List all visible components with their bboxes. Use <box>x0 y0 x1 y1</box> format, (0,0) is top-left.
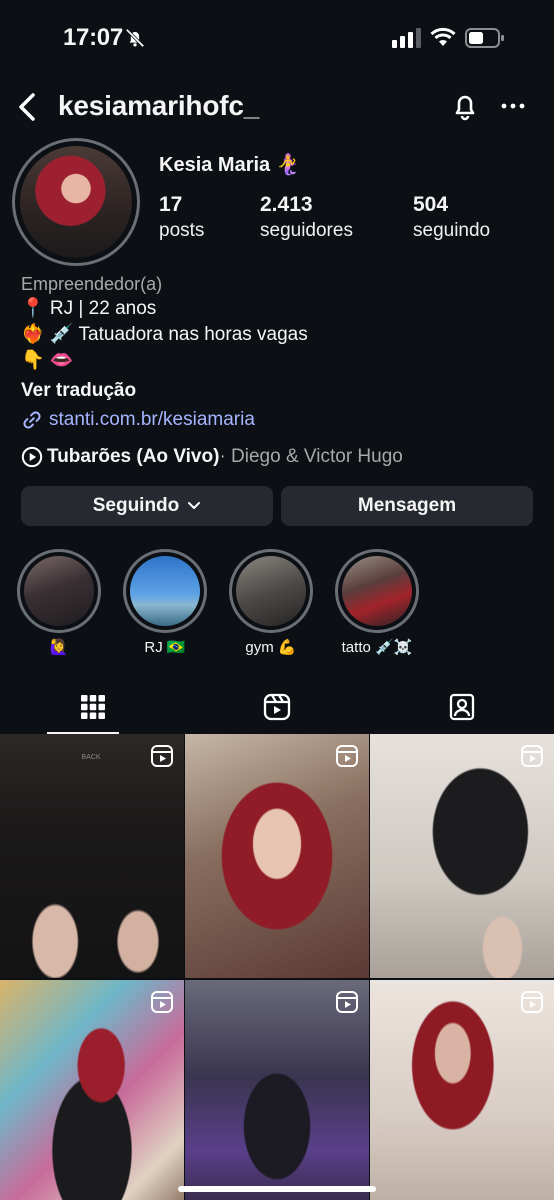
highlight-label: tatto 💉☠️ <box>341 639 413 656</box>
wifi-icon <box>430 27 456 46</box>
following-button[interactable]: Seguindo <box>21 486 273 526</box>
story-highlight[interactable]: gym 💪 <box>229 549 313 659</box>
bio-line: 👇 👄 <box>21 350 74 371</box>
following-button-label: Seguindo <box>92 495 180 516</box>
reel-icon <box>521 991 543 1013</box>
following-label: seguindo <box>413 220 491 241</box>
highlight-label: gym 💪 <box>245 639 297 656</box>
bio-link-text: stanti.com.br/kesiamaria <box>49 409 255 430</box>
posts-count: 17 <box>159 193 183 216</box>
bio-category: Empreendedor(a) <box>21 274 163 294</box>
highlight-cover <box>130 556 200 626</box>
bio-line: 📍 RJ | 22 anos <box>21 298 157 319</box>
status-time: 17:07 <box>63 24 123 51</box>
post-thumbnail[interactable]: BACK <box>0 734 184 978</box>
notification-bell-icon[interactable] <box>450 90 480 122</box>
bell-slash-icon <box>125 28 145 48</box>
followers-stat[interactable]: 2.413 seguidores <box>260 192 353 244</box>
back-sign-text: BACK <box>81 754 101 761</box>
profile-music[interactable]: Tubarões (Ao Vivo) · Diego & Victor Hugo <box>21 446 403 468</box>
bio-line: ❤️‍🔥 💉 Tatuadora nas horas vagas <box>21 324 308 345</box>
avatar-image <box>20 146 132 258</box>
profile-tabs <box>0 680 554 734</box>
music-artist: · Diego & Victor Hugo <box>219 446 403 467</box>
following-stat[interactable]: 504 seguindo <box>413 192 490 244</box>
grid-tab[interactable] <box>0 680 185 734</box>
posts-label: posts <box>159 220 205 241</box>
profile-header: kesiamarihofc_ <box>0 80 554 136</box>
profile-bio: Empreendedor(a) 📍 RJ | 22 anos ❤️‍🔥 💉 Ta… <box>21 272 541 434</box>
chevron-down-icon <box>188 502 201 509</box>
play-circle-icon <box>21 446 43 468</box>
battery-icon <box>465 28 504 48</box>
link-icon <box>23 411 41 429</box>
highlight-ring <box>335 549 419 633</box>
post-thumbnail[interactable] <box>185 980 369 1200</box>
highlight-label: 🙋‍♀️ <box>49 639 69 656</box>
highlight-ring <box>17 549 101 633</box>
following-count: 504 <box>413 193 449 216</box>
post-thumbnail[interactable] <box>0 980 184 1200</box>
highlight-cover <box>342 556 412 626</box>
tagged-tab[interactable] <box>369 680 554 734</box>
followers-label: seguidores <box>260 220 353 241</box>
status-bar: 17:07 <box>0 0 554 76</box>
reels-icon <box>263 693 290 721</box>
post-thumbnail[interactable] <box>370 734 554 978</box>
highlight-ring <box>229 549 313 633</box>
music-title: Tubarões (Ao Vivo) <box>47 446 220 467</box>
tagged-person-icon <box>449 693 474 721</box>
story-highlight[interactable]: tatto 💉☠️ <box>335 549 419 659</box>
post-thumbnail[interactable] <box>370 980 554 1200</box>
reel-icon <box>151 991 173 1013</box>
cellular-signal-icon <box>392 28 421 48</box>
profile-avatar[interactable] <box>12 138 140 266</box>
posts-grid: BACK <box>0 734 554 1200</box>
reel-icon <box>336 745 358 767</box>
post-thumbnail[interactable] <box>185 734 369 978</box>
back-arrow-icon[interactable] <box>14 90 40 124</box>
reel-icon <box>151 745 173 767</box>
posts-stat[interactable]: 17 posts <box>159 192 204 244</box>
reel-icon <box>521 745 543 767</box>
home-indicator[interactable] <box>178 1186 376 1192</box>
bio-link[interactable]: stanti.com.br/kesiamaria <box>21 406 541 434</box>
highlight-label: RJ 🇧🇷 <box>144 639 186 656</box>
see-translation-link[interactable]: Ver tradução <box>21 378 541 404</box>
story-highlight[interactable]: RJ 🇧🇷 <box>123 549 207 659</box>
story-highlight[interactable]: 🙋‍♀️ <box>17 549 101 659</box>
followers-count: 2.413 <box>260 193 313 216</box>
display-name: Kesia Maria 🧜‍♀️ <box>159 154 301 176</box>
grid-icon <box>80 695 105 719</box>
message-button-label: Mensagem <box>357 495 457 516</box>
reels-tab[interactable] <box>184 680 369 734</box>
message-button[interactable]: Mensagem <box>281 486 533 526</box>
highlight-cover <box>236 556 306 626</box>
more-options-icon[interactable] <box>500 90 526 122</box>
highlight-cover <box>24 556 94 626</box>
highlight-ring <box>123 549 207 633</box>
reel-icon <box>336 991 358 1013</box>
profile-username: kesiamarihofc_ <box>58 90 260 121</box>
